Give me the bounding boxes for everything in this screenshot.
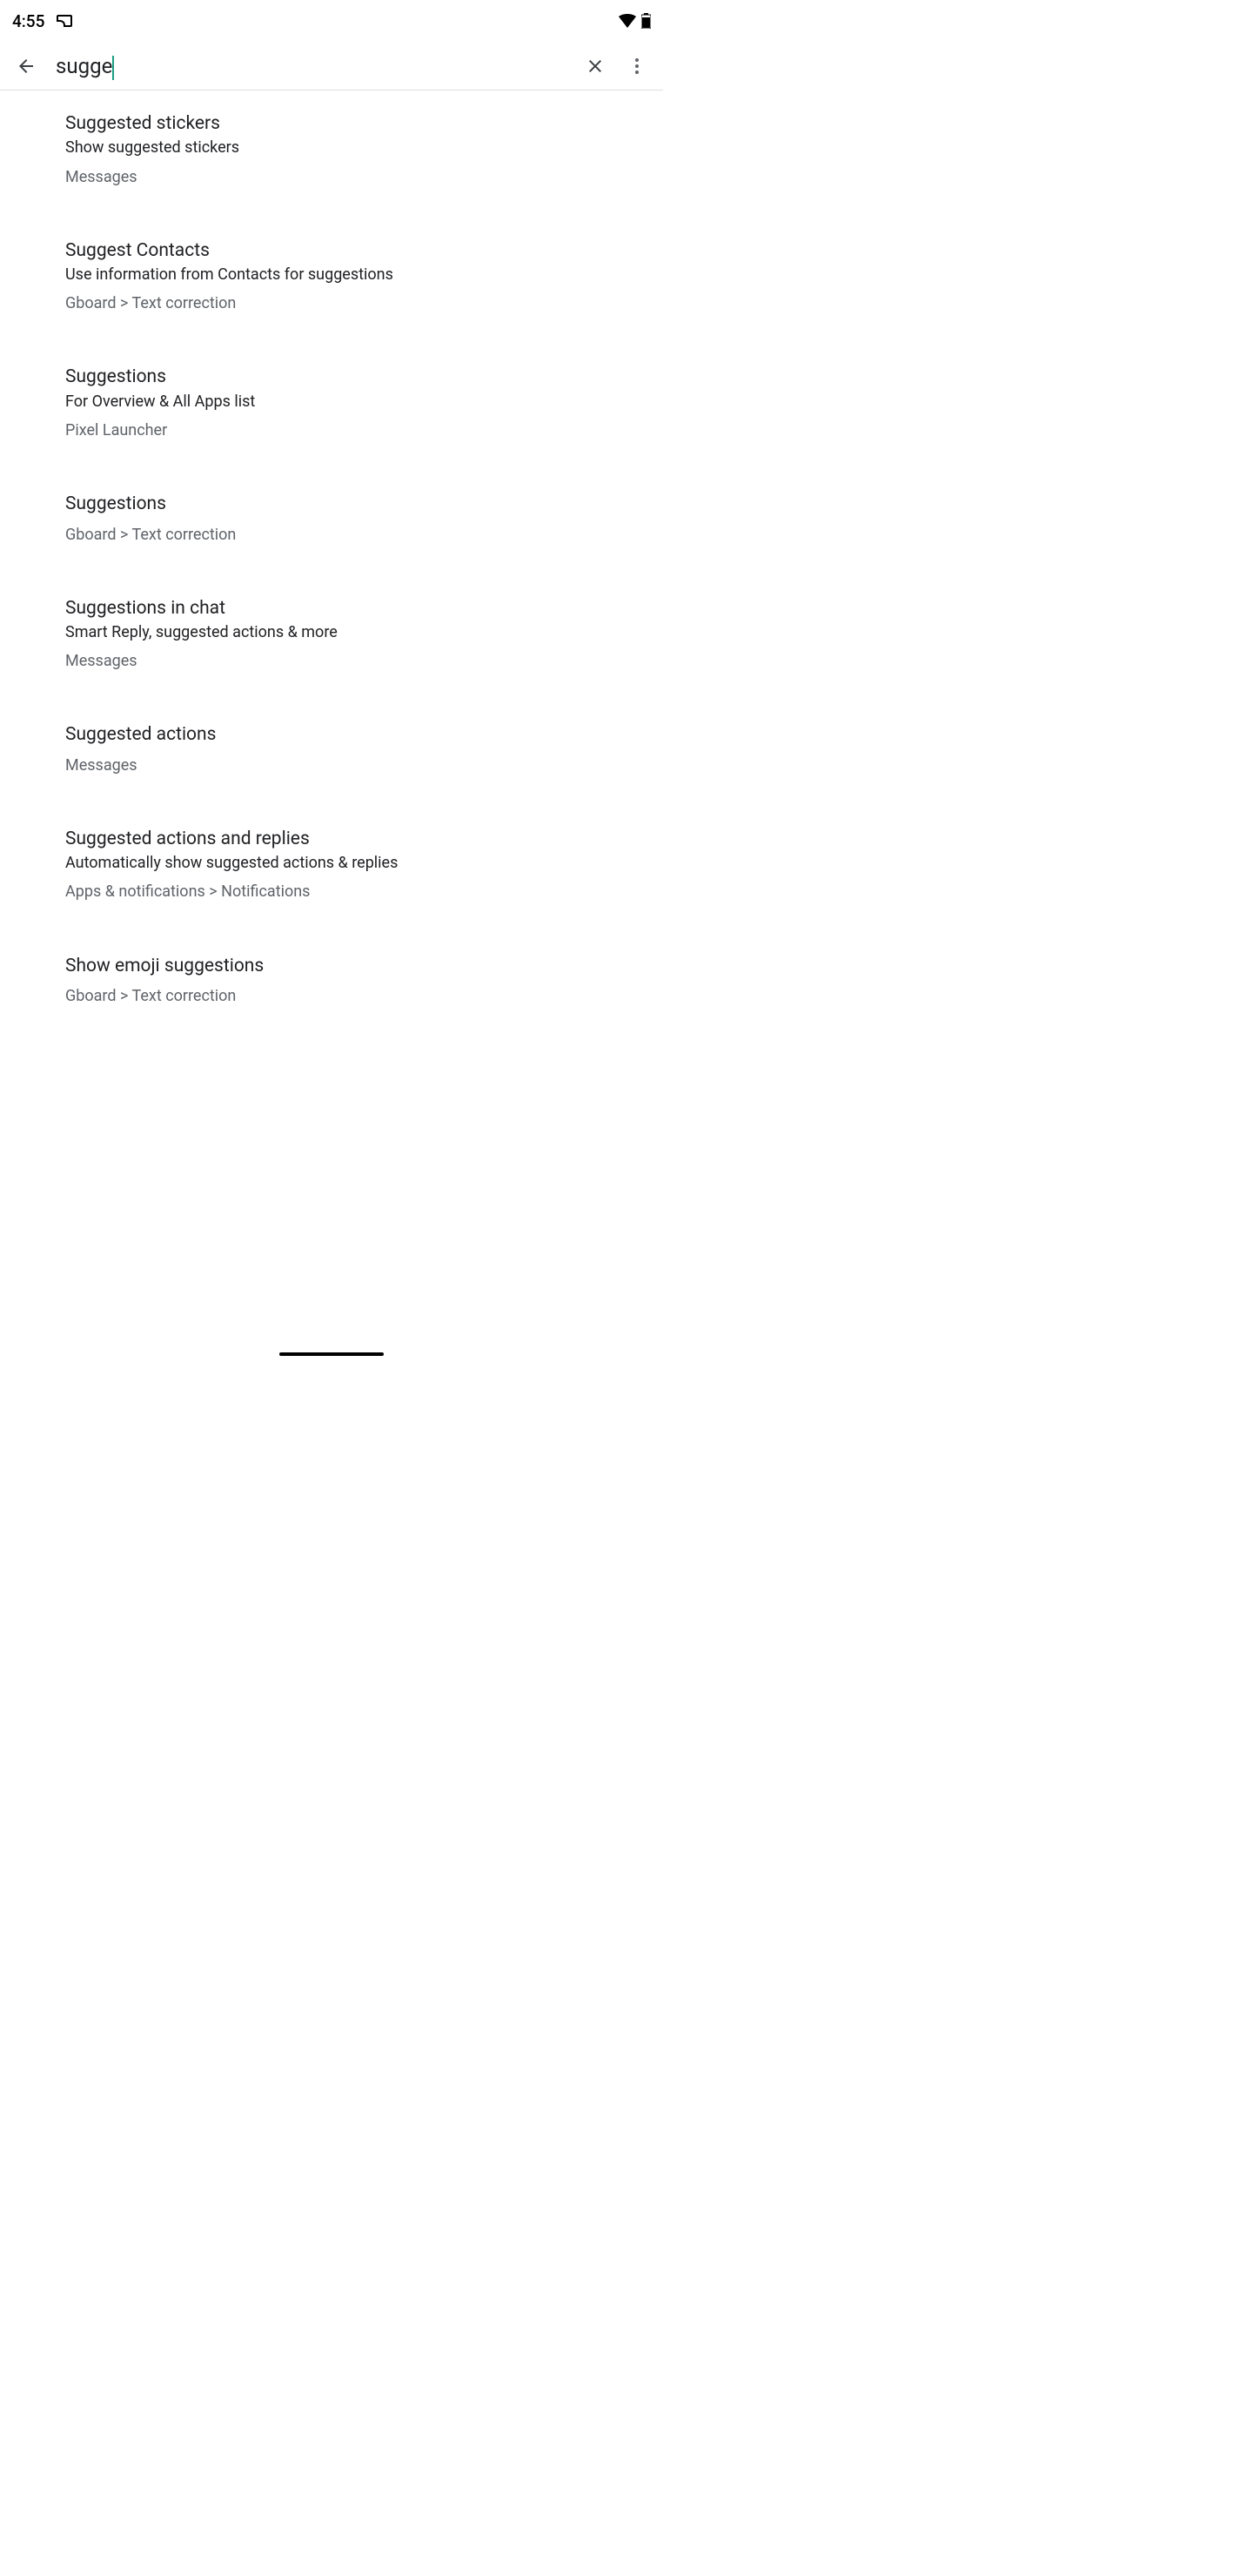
result-item[interactable]: Suggestions Gboard > Text correction (0, 478, 663, 560)
result-item[interactable]: Suggested actions Messages (0, 708, 663, 790)
result-item[interactable]: Suggested actions and replies Automatica… (0, 813, 663, 917)
result-title: Suggest Contacts (65, 238, 646, 263)
more-vert-icon (626, 56, 647, 77)
result-path: Gboard > Text correction (65, 292, 646, 314)
result-path: Pixel Launcher (65, 419, 646, 441)
result-item[interactable]: Suggestions For Overview & All Apps list… (0, 351, 663, 455)
close-icon (585, 56, 606, 77)
results-list: Suggested stickers Show suggested sticke… (0, 91, 663, 1021)
more-button[interactable] (616, 45, 658, 87)
result-item[interactable]: Suggestions in chat Smart Reply, suggest… (0, 582, 663, 687)
back-button[interactable] (5, 45, 47, 87)
result-path: Messages (65, 650, 646, 672)
result-title: Suggestions (65, 365, 646, 389)
result-subtitle: Automatically show suggested actions & r… (65, 852, 646, 874)
result-subtitle: For Overview & All Apps list (65, 391, 646, 413)
status-bar: 4:55 (0, 0, 663, 42)
text-cursor (112, 56, 114, 80)
result-title: Suggested stickers (65, 111, 646, 136)
result-subtitle: Smart Reply, suggested actions & more (65, 621, 646, 643)
clear-button[interactable] (574, 45, 616, 87)
battery-icon (641, 13, 651, 29)
result-title: Show emoji suggestions (65, 954, 646, 978)
search-bar (0, 42, 663, 91)
status-time: 4:55 (12, 11, 44, 31)
wifi-icon (619, 14, 636, 28)
result-subtitle: Show suggested stickers (65, 137, 646, 158)
result-subtitle: Use information from Contacts for sugges… (65, 264, 646, 285)
result-path: Apps & notifications > Notifications (65, 881, 646, 902)
result-item[interactable]: Show emoji suggestions Gboard > Text cor… (0, 940, 663, 1022)
result-title: Suggested actions and replies (65, 827, 646, 851)
result-title: Suggestions in chat (65, 596, 646, 621)
result-path: Messages (65, 755, 646, 776)
search-input[interactable] (56, 54, 574, 78)
result-item[interactable]: Suggest Contacts Use information from Co… (0, 225, 663, 329)
result-path: Gboard > Text correction (65, 985, 646, 1007)
nav-handle[interactable] (279, 1352, 384, 1356)
cast-icon (57, 15, 72, 27)
arrow-back-icon (16, 56, 37, 77)
result-title: Suggested actions (65, 722, 646, 747)
result-title: Suggestions (65, 492, 646, 516)
result-path: Messages (65, 166, 646, 188)
result-item[interactable]: Suggested stickers Show suggested sticke… (0, 97, 663, 202)
result-path: Gboard > Text correction (65, 524, 646, 546)
